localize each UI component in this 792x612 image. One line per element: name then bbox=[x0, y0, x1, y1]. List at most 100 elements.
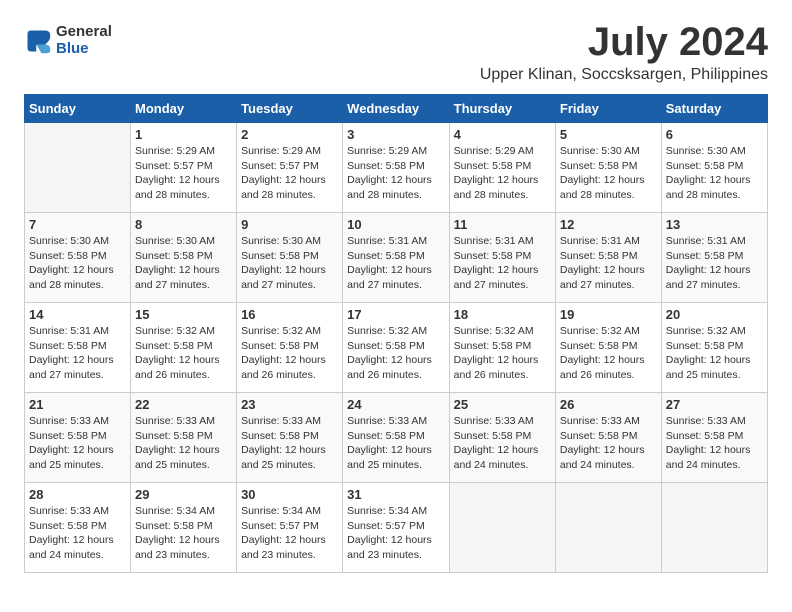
day-number: 15 bbox=[135, 307, 232, 322]
calendar-cell: 21 Sunrise: 5:33 AMSunset: 5:58 PMDayligh… bbox=[25, 393, 131, 483]
day-number: 23 bbox=[241, 397, 338, 412]
calendar-cell: 16 Sunrise: 5:32 AMSunset: 5:58 PMDayligh… bbox=[237, 303, 343, 393]
day-info: Sunrise: 5:32 AMSunset: 5:58 PMDaylight:… bbox=[454, 324, 551, 383]
day-number: 22 bbox=[135, 397, 232, 412]
day-number: 5 bbox=[560, 127, 657, 142]
calendar-cell: 7 Sunrise: 5:30 AMSunset: 5:58 PMDaylight… bbox=[25, 213, 131, 303]
day-info: Sunrise: 5:32 AMSunset: 5:58 PMDaylight:… bbox=[560, 324, 657, 383]
day-number: 12 bbox=[560, 217, 657, 232]
day-info: Sunrise: 5:32 AMSunset: 5:58 PMDaylight:… bbox=[241, 324, 338, 383]
day-info: Sunrise: 5:31 AMSunset: 5:58 PMDaylight:… bbox=[666, 234, 763, 293]
header-sunday: Sunday bbox=[25, 95, 131, 123]
header-tuesday: Tuesday bbox=[237, 95, 343, 123]
day-info: Sunrise: 5:33 AMSunset: 5:58 PMDaylight:… bbox=[347, 414, 444, 473]
calendar-cell: 5 Sunrise: 5:30 AMSunset: 5:58 PMDaylight… bbox=[555, 123, 661, 213]
calendar-cell: 24 Sunrise: 5:33 AMSunset: 5:58 PMDayligh… bbox=[343, 393, 449, 483]
day-number: 21 bbox=[29, 397, 126, 412]
day-info: Sunrise: 5:31 AMSunset: 5:58 PMDaylight:… bbox=[347, 234, 444, 293]
day-info: Sunrise: 5:33 AMSunset: 5:58 PMDaylight:… bbox=[241, 414, 338, 473]
day-number: 30 bbox=[241, 487, 338, 502]
week-row-3: 14Sunrise: 5:31 AMSunset: 5:58 PMDayligh… bbox=[25, 303, 768, 393]
day-number: 29 bbox=[135, 487, 232, 502]
day-number: 16 bbox=[241, 307, 338, 322]
logo-text: General Blue bbox=[56, 24, 112, 57]
day-number: 28 bbox=[29, 487, 126, 502]
calendar-cell: 15 Sunrise: 5:32 AMSunset: 5:58 PMDayligh… bbox=[131, 303, 237, 393]
calendar-cell: 27Sunrise: 5:33 AMSunset: 5:58 PMDayligh… bbox=[661, 393, 767, 483]
calendar-cell: 18Sunrise: 5:32 AMSunset: 5:58 PMDayligh… bbox=[449, 303, 555, 393]
day-info: Sunrise: 5:30 AMSunset: 5:58 PMDaylight:… bbox=[135, 234, 232, 293]
calendar-cell: 9 Sunrise: 5:30 AMSunset: 5:58 PMDaylight… bbox=[237, 213, 343, 303]
day-info: Sunrise: 5:33 AMSunset: 5:58 PMDaylight:… bbox=[560, 414, 657, 473]
day-number: 1 bbox=[135, 127, 232, 142]
logo: General Blue bbox=[24, 24, 112, 57]
calendar-cell: 8 Sunrise: 5:30 AMSunset: 5:58 PMDaylight… bbox=[131, 213, 237, 303]
day-info: Sunrise: 5:29 AMSunset: 5:57 PMDaylight:… bbox=[241, 144, 338, 203]
calendar-cell: 4 Sunrise: 5:29 AMSunset: 5:58 PMDaylight… bbox=[449, 123, 555, 213]
calendar-cell bbox=[661, 483, 767, 573]
day-number: 26 bbox=[560, 397, 657, 412]
day-info: Sunrise: 5:30 AMSunset: 5:58 PMDaylight:… bbox=[241, 234, 338, 293]
week-row-5: 28 Sunrise: 5:33 AMSunset: 5:58 PMDayligh… bbox=[25, 483, 768, 573]
day-info: Sunrise: 5:33 AMSunset: 5:58 PMDaylight:… bbox=[135, 414, 232, 473]
calendar-cell: 1 Sunrise: 5:29 AMSunset: 5:57 PMDaylight… bbox=[131, 123, 237, 213]
day-info: Sunrise: 5:30 AMSunset: 5:58 PMDaylight:… bbox=[29, 234, 126, 293]
calendar-cell: 23 Sunrise: 5:33 AMSunset: 5:58 PMDayligh… bbox=[237, 393, 343, 483]
day-info: Sunrise: 5:29 AMSunset: 5:58 PMDaylight:… bbox=[454, 144, 551, 203]
calendar-cell: 13Sunrise: 5:31 AMSunset: 5:58 PMDayligh… bbox=[661, 213, 767, 303]
header-wednesday: Wednesday bbox=[343, 95, 449, 123]
day-number: 7 bbox=[29, 217, 126, 232]
week-row-2: 7 Sunrise: 5:30 AMSunset: 5:58 PMDaylight… bbox=[25, 213, 768, 303]
day-number: 17 bbox=[347, 307, 444, 322]
calendar-cell: 11 Sunrise: 5:31 AMSunset: 5:58 PMDayligh… bbox=[449, 213, 555, 303]
day-info: Sunrise: 5:33 AMSunset: 5:58 PMDaylight:… bbox=[666, 414, 763, 473]
header-saturday: Saturday bbox=[661, 95, 767, 123]
logo-general-text: General bbox=[56, 24, 112, 41]
day-info: Sunrise: 5:29 AMSunset: 5:57 PMDaylight:… bbox=[135, 144, 232, 203]
month-title: July 2024 bbox=[480, 20, 768, 64]
day-number: 4 bbox=[454, 127, 551, 142]
day-info: Sunrise: 5:33 AMSunset: 5:58 PMDaylight:… bbox=[29, 504, 126, 563]
location-title: Upper Klinan, Soccsksargen, Philippines bbox=[480, 66, 768, 84]
day-info: Sunrise: 5:34 AMSunset: 5:57 PMDaylight:… bbox=[241, 504, 338, 563]
calendar-cell: 6Sunrise: 5:30 AMSunset: 5:58 PMDaylight… bbox=[661, 123, 767, 213]
day-info: Sunrise: 5:32 AMSunset: 5:58 PMDaylight:… bbox=[666, 324, 763, 383]
calendar-cell: 17 Sunrise: 5:32 AMSunset: 5:58 PMDayligh… bbox=[343, 303, 449, 393]
week-row-4: 21 Sunrise: 5:33 AMSunset: 5:58 PMDayligh… bbox=[25, 393, 768, 483]
day-info: Sunrise: 5:33 AMSunset: 5:58 PMDaylight:… bbox=[454, 414, 551, 473]
logo-blue-text: Blue bbox=[56, 41, 112, 58]
day-info: Sunrise: 5:34 AMSunset: 5:58 PMDaylight:… bbox=[135, 504, 232, 563]
calendar-cell bbox=[25, 123, 131, 213]
calendar-cell: 10Sunrise: 5:31 AMSunset: 5:58 PMDayligh… bbox=[343, 213, 449, 303]
day-info: Sunrise: 5:32 AMSunset: 5:58 PMDaylight:… bbox=[135, 324, 232, 383]
day-info: Sunrise: 5:30 AMSunset: 5:58 PMDaylight:… bbox=[560, 144, 657, 203]
calendar-cell: 14Sunrise: 5:31 AMSunset: 5:58 PMDayligh… bbox=[25, 303, 131, 393]
day-info: Sunrise: 5:33 AMSunset: 5:58 PMDaylight:… bbox=[29, 414, 126, 473]
day-info: Sunrise: 5:31 AMSunset: 5:58 PMDaylight:… bbox=[29, 324, 126, 383]
day-number: 2 bbox=[241, 127, 338, 142]
calendar-cell bbox=[449, 483, 555, 573]
day-info: Sunrise: 5:31 AMSunset: 5:58 PMDaylight:… bbox=[454, 234, 551, 293]
day-number: 25 bbox=[454, 397, 551, 412]
calendar-table: SundayMondayTuesdayWednesdayThursdayFrid… bbox=[24, 94, 768, 573]
calendar-cell: 25 Sunrise: 5:33 AMSunset: 5:58 PMDayligh… bbox=[449, 393, 555, 483]
header-friday: Friday bbox=[555, 95, 661, 123]
day-number: 19 bbox=[560, 307, 657, 322]
day-number: 6 bbox=[666, 127, 763, 142]
day-info: Sunrise: 5:32 AMSunset: 5:58 PMDaylight:… bbox=[347, 324, 444, 383]
day-number: 24 bbox=[347, 397, 444, 412]
calendar-cell: 22 Sunrise: 5:33 AMSunset: 5:58 PMDayligh… bbox=[131, 393, 237, 483]
calendar-cell: 28 Sunrise: 5:33 AMSunset: 5:58 PMDayligh… bbox=[25, 483, 131, 573]
calendar-cell: 3 Sunrise: 5:29 AMSunset: 5:58 PMDaylight… bbox=[343, 123, 449, 213]
calendar-cell: 2 Sunrise: 5:29 AMSunset: 5:57 PMDaylight… bbox=[237, 123, 343, 213]
day-number: 31 bbox=[347, 487, 444, 502]
day-number: 9 bbox=[241, 217, 338, 232]
day-info: Sunrise: 5:34 AMSunset: 5:57 PMDaylight:… bbox=[347, 504, 444, 563]
header-monday: Monday bbox=[131, 95, 237, 123]
calendar-cell: 31 Sunrise: 5:34 AMSunset: 5:57 PMDayligh… bbox=[343, 483, 449, 573]
day-number: 11 bbox=[454, 217, 551, 232]
day-number: 8 bbox=[135, 217, 232, 232]
calendar-cell: 30 Sunrise: 5:34 AMSunset: 5:57 PMDayligh… bbox=[237, 483, 343, 573]
day-info: Sunrise: 5:29 AMSunset: 5:58 PMDaylight:… bbox=[347, 144, 444, 203]
day-number: 3 bbox=[347, 127, 444, 142]
